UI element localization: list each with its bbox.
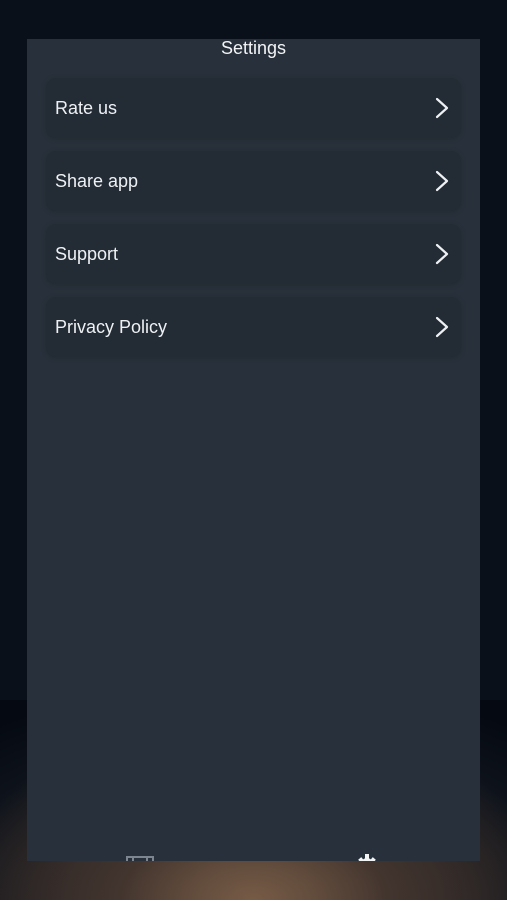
settings-item-label: Share app bbox=[55, 171, 139, 191]
settings-list: Rate us Share app Support Privacy Policy bbox=[46, 78, 461, 370]
settings-item-rate-us[interactable]: Rate us bbox=[46, 78, 461, 138]
settings-item-support[interactable]: Support bbox=[46, 224, 461, 284]
settings-item-label: Support bbox=[55, 244, 119, 264]
settings-item-label: Rate us bbox=[55, 98, 118, 118]
film-icon[interactable] bbox=[126, 856, 154, 861]
app-window[interactable]: Settings Rate us Share app Support Priva… bbox=[27, 39, 480, 861]
chevron-right-icon bbox=[435, 243, 449, 265]
gear-icon[interactable] bbox=[357, 852, 377, 861]
chevron-right-icon bbox=[435, 97, 449, 119]
page-title: Settings bbox=[220, 39, 287, 58]
settings-item-label: Privacy Policy bbox=[55, 317, 168, 337]
chevron-right-icon bbox=[435, 170, 449, 192]
settings-item-share-app[interactable]: Share app bbox=[46, 151, 461, 211]
tab-bar bbox=[27, 847, 480, 861]
settings-item-privacy-policy[interactable]: Privacy Policy bbox=[46, 297, 461, 357]
chevron-right-icon bbox=[435, 316, 449, 338]
